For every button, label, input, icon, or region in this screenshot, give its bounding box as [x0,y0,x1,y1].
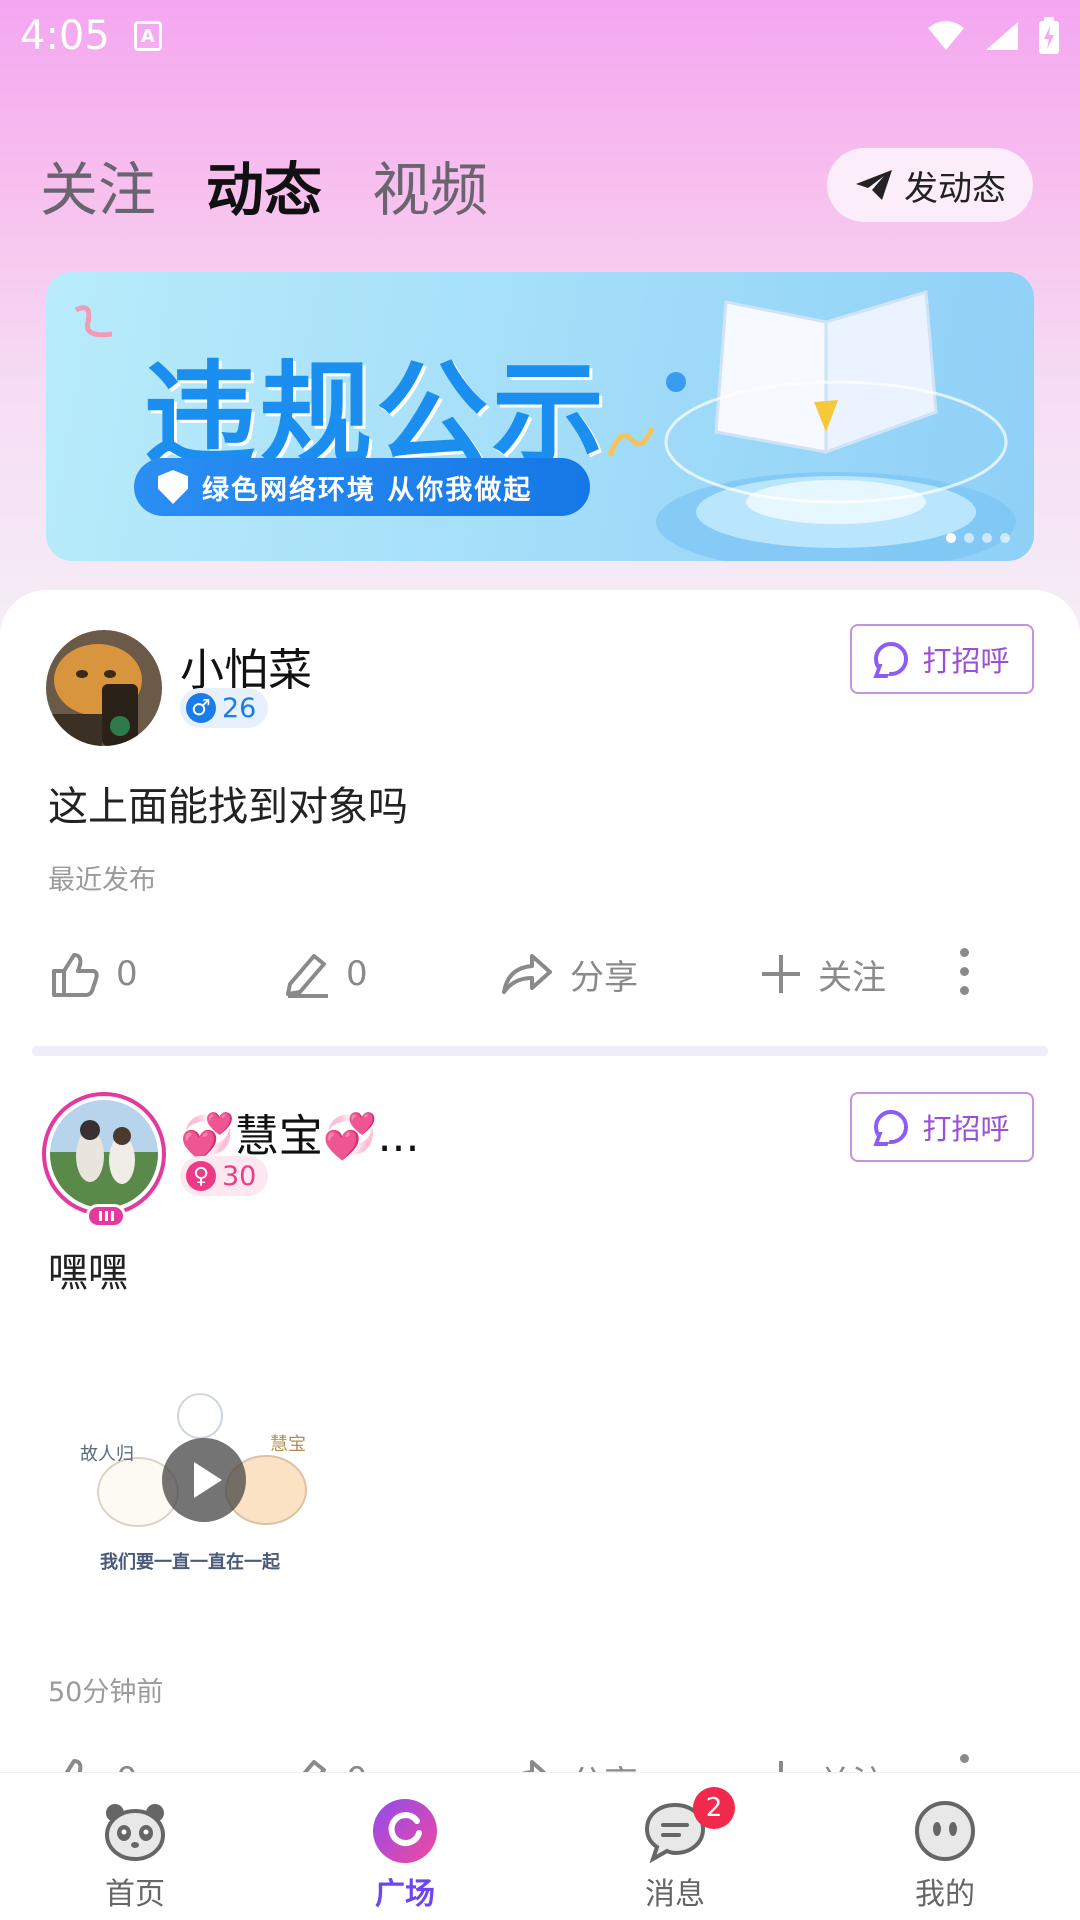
nav-plaza[interactable]: 广场 [270,1773,540,1920]
tab-video[interactable]: 视频 [372,143,488,227]
nav-home-label: 首页 [105,1877,165,1912]
banner-dot[interactable] [946,533,956,543]
avatar[interactable] [46,630,162,746]
message-icon: 2 [643,1787,735,1864]
plaza-icon [373,1799,437,1863]
share-label: 分享 [570,957,638,998]
wifi-icon [928,21,964,50]
nav-messages-label: 消息 [645,1877,705,1912]
nav-messages[interactable]: 2 消息 [540,1773,810,1920]
signal-icon [986,22,1018,50]
banner-dot[interactable] [964,533,974,543]
comment-button[interactable]: 0 [284,950,368,998]
greet-label: 打招呼 [922,644,1010,678]
post-dynamic-button[interactable]: 发动态 [827,148,1033,222]
greet-button[interactable]: 打招呼 [850,1092,1034,1162]
svg-text:故人归: 故人归 [80,1444,134,1465]
banner-dot[interactable] [982,533,992,543]
chat-bubble-icon [874,1110,909,1144]
pen-icon [286,954,328,998]
age-label: 30 [222,1160,257,1192]
post-divider [32,1046,1048,1056]
gender-age-badge: ♀ 30 [180,1156,269,1196]
book-illustration-icon [656,290,1016,561]
video-thumbnail[interactable]: 故人归 慧宝 我们要一直一直在一起 [60,1380,336,1584]
more-options-icon[interactable] [960,948,969,995]
post-time: 最近发布 [48,865,156,896]
banner-dot[interactable] [1000,533,1010,543]
male-icon: ♂ [186,693,216,723]
profile-icon [913,1799,977,1863]
tab-follow[interactable]: 关注 [40,143,156,227]
nav-profile[interactable]: 我的 [810,1773,1080,1920]
ribbon-decoration-icon [74,305,113,338]
greet-label: 打招呼 [922,1112,1010,1146]
status-bar: 4:05 A [0,0,1080,72]
battery-icon [1039,17,1059,54]
age-label: 26 [222,692,257,724]
avatar [50,1100,158,1208]
unread-badge: 2 [693,1787,735,1829]
post-content: 这上面能找到对象吗 [48,784,408,830]
shield-icon [158,470,188,504]
status-icons [926,17,1060,55]
share-button[interactable]: 分享 [500,950,638,999]
feed-tabs: 关注 动态 视频 [40,140,488,230]
post-actions: 0 0 分享 关注 [0,944,1000,1004]
paper-plane-icon [856,170,892,200]
gender-age-badge: ♂ 26 [180,688,269,728]
nav-plaza-label: 广场 [375,1877,435,1912]
svg-text:慧宝: 慧宝 [270,1434,306,1455]
play-icon [194,1462,222,1498]
play-button[interactable] [162,1438,246,1522]
post-username[interactable]: 💞慧宝💞... [180,1100,420,1164]
notification-a-icon: A [133,21,162,51]
bottom-navigation: 首页 广场 2 消息 我的 [0,1772,1080,1920]
post-content: 嘿嘿 [48,1250,128,1296]
ribbon-decoration-2-icon [607,427,655,457]
female-icon: ♀ [186,1161,216,1191]
follow-label: 关注 [818,957,886,998]
nav-home[interactable]: 首页 [0,1773,270,1920]
follow-button[interactable]: 关注 [760,950,886,999]
tab-dynamic[interactable]: 动态 [206,143,322,227]
banner-subtitle-pill: 绿色网络环境 从你我做起 [134,458,590,516]
avatar-ring[interactable] [42,1092,166,1216]
banner-pagination [946,533,1010,543]
like-button[interactable]: 0 [50,951,138,997]
banner[interactable]: 违规公示 绿色网络环境 从你我做起 [46,272,1034,561]
banner-subtitle: 绿色网络环境 从你我做起 [202,474,533,506]
panda-icon [103,1799,167,1863]
thumbs-up-icon [52,953,99,997]
plus-icon [762,955,800,993]
post-dynamic-label: 发动态 [904,168,1006,209]
share-arrow-icon [502,954,552,994]
like-count: 0 [116,954,138,994]
post-time: 50分钟前 [48,1677,164,1708]
greet-button[interactable]: 打招呼 [850,624,1034,694]
video-caption: 我们要一直一直在一起 [100,1551,281,1573]
nav-profile-label: 我的 [915,1877,975,1912]
live-indicator [86,1204,126,1228]
status-time: 4:05 [20,13,110,59]
chat-bubble-icon [874,642,909,676]
comment-count: 0 [346,954,368,994]
